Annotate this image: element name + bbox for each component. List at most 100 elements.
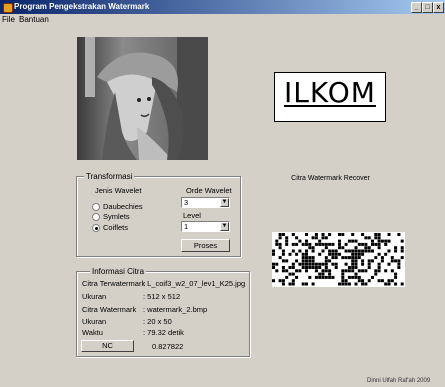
noise-pixel [387, 249, 391, 253]
noise-pixel [272, 252, 275, 256]
noise-pixel [272, 279, 275, 283]
noise-pixel [394, 249, 398, 253]
noise-pixel [301, 282, 305, 286]
maximize-button[interactable]: □ [422, 2, 433, 13]
chevron-down-icon[interactable]: ▼ [220, 198, 229, 207]
noise-pixel [400, 249, 404, 253]
noise-pixel [331, 242, 335, 246]
radio-daubechies[interactable] [92, 203, 100, 211]
noise-pixel [351, 256, 355, 260]
level-value: 1 [184, 222, 189, 231]
noise-pixel [311, 249, 315, 253]
noise-pixel [305, 233, 308, 236]
noise-pixel [357, 249, 361, 253]
noise-pixel [305, 249, 308, 253]
noise-pixel [301, 256, 305, 260]
noise-pixel [278, 233, 282, 236]
noise-pixel [278, 256, 282, 260]
noise-pixel [311, 266, 315, 269]
info-label-time: Waktu [82, 328, 103, 337]
noise-pixel [367, 259, 371, 263]
noise-pixel [357, 279, 361, 283]
noise-pixel [354, 262, 358, 266]
noise-pixel [324, 266, 328, 269]
noise-pixel [324, 236, 328, 240]
noise-pixel [400, 239, 404, 243]
minimize-button[interactable]: _ [411, 2, 422, 13]
noise-pixel [318, 242, 322, 246]
noise-pixel [374, 236, 378, 240]
noise-pixel [324, 242, 328, 246]
noise-pixel [377, 236, 381, 240]
chevron-down-icon[interactable]: ▼ [220, 222, 229, 231]
noise-pixel [380, 239, 384, 243]
noise-pixel [311, 282, 315, 286]
noise-pixel [305, 262, 308, 266]
noise-pixel [318, 275, 322, 279]
noise-pixel [377, 266, 381, 269]
close-button[interactable]: x [433, 2, 444, 13]
noise-pixel [328, 249, 332, 253]
noise-pixel [321, 249, 325, 253]
noise-pixel [275, 269, 279, 273]
noise-pixel [377, 269, 381, 273]
noise-pixel [387, 279, 391, 283]
window-title: Program Pengekstrakan Watermark [14, 2, 150, 11]
grayscale-portrait-image [77, 37, 208, 160]
noise-pixel [321, 236, 325, 240]
radio-symlets[interactable] [92, 213, 100, 221]
noise-pixel [377, 239, 381, 243]
noise-pixel [288, 272, 292, 276]
noise-pixel [328, 259, 332, 263]
noise-pixel [291, 266, 295, 269]
noise-pixel [321, 233, 325, 236]
noise-pixel [364, 246, 368, 250]
noise-pixel [400, 246, 404, 250]
noise-pixel [364, 269, 368, 273]
noise-pixel [344, 282, 348, 286]
level-select[interactable]: 1 ▼ [181, 221, 230, 232]
noise-pixel [361, 249, 365, 253]
noise-pixel [387, 233, 391, 236]
noise-pixel [334, 252, 338, 256]
noise-pixel [390, 269, 394, 273]
recovered-watermark-image [272, 232, 405, 287]
noise-pixel [314, 236, 318, 240]
process-button[interactable]: Proses [181, 239, 230, 252]
noise-pixel [394, 246, 398, 250]
noise-pixel [281, 233, 285, 236]
noise-pixel [308, 259, 312, 263]
info-label-wm-size: Ukuran [82, 317, 107, 326]
noise-pixel [295, 275, 299, 279]
noise-pixel [272, 249, 275, 253]
noise-pixel [371, 259, 374, 263]
noise-pixel [305, 239, 308, 243]
noise-pixel [338, 246, 341, 250]
noise-pixel [397, 266, 401, 269]
noise-pixel [285, 236, 289, 240]
noise-pixel [314, 262, 318, 266]
noise-pixel [328, 275, 332, 279]
noise-pixel [338, 239, 341, 243]
noise-pixel [314, 266, 318, 269]
noise-pixel [275, 242, 279, 246]
noise-pixel [318, 266, 322, 269]
menu-file[interactable]: File [2, 14, 15, 26]
menu-bantuan[interactable]: Bantuan [19, 14, 49, 26]
info-label-size: Ukuran [82, 292, 107, 301]
order-wavelet-select[interactable]: 3 ▼ [181, 197, 230, 208]
noise-pixel [281, 266, 285, 269]
nc-button[interactable]: NC [81, 340, 134, 352]
radio-coiflets[interactable] [92, 224, 100, 232]
noise-pixel [305, 256, 308, 260]
noise-pixel [324, 256, 328, 260]
noise-pixel [367, 236, 371, 240]
noise-pixel [278, 242, 282, 246]
order-wavelet-label: Orde Wavelet [186, 186, 232, 195]
footer-credit: Dinni Ulfah Raf'ah 2009 [367, 378, 431, 384]
noise-pixel [285, 239, 289, 243]
noise-pixel [347, 275, 351, 279]
noise-pixel [318, 252, 322, 256]
noise-pixel [361, 269, 365, 273]
noise-pixel [305, 282, 308, 286]
